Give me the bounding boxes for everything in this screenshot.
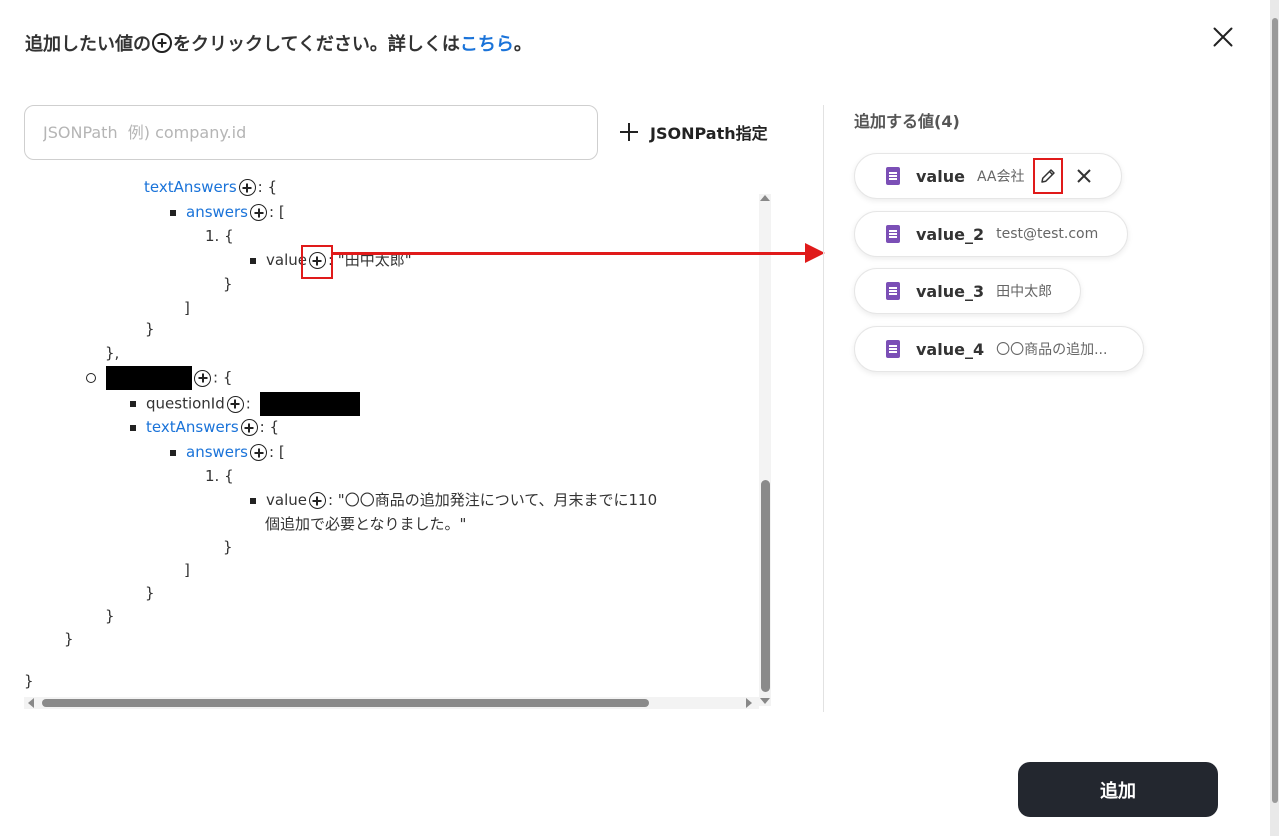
jsonpath-specify-button[interactable]: JSONPath指定 bbox=[618, 115, 768, 149]
add-value-icon[interactable] bbox=[308, 492, 326, 509]
tree-row: } bbox=[145, 584, 155, 602]
tree-row: ] bbox=[184, 561, 190, 579]
tree-row: answers: [ bbox=[170, 201, 285, 223]
tree-row: answers: [ bbox=[170, 441, 285, 463]
google-forms-icon bbox=[886, 225, 900, 243]
tree-row: questionId: bbox=[130, 392, 360, 416]
scroll-up-arrow-icon[interactable] bbox=[760, 195, 770, 201]
scroll-right-arrow-icon[interactable] bbox=[746, 698, 752, 708]
tree-row: } bbox=[64, 630, 74, 648]
edit-button[interactable] bbox=[1032, 158, 1063, 194]
highlight-box bbox=[301, 245, 333, 279]
selected-values-title: 追加する値(4) bbox=[854, 112, 960, 131]
scroll-left-arrow-icon[interactable] bbox=[28, 698, 34, 708]
window-scrollbar-thumb[interactable] bbox=[1272, 18, 1278, 803]
add-value-icon[interactable] bbox=[250, 444, 267, 461]
add-value-icon[interactable] bbox=[240, 419, 258, 436]
bullet-icon bbox=[170, 209, 176, 216]
bullet-icon bbox=[130, 424, 136, 431]
annotation-arrow bbox=[331, 252, 805, 255]
instruction-text: 追加したい値の をクリックしてください。詳しくはこちら。 bbox=[25, 33, 532, 55]
tree-row: } bbox=[223, 275, 233, 293]
tree-vertical-scrollbar-thumb[interactable] bbox=[761, 480, 770, 692]
value-chip[interactable]: value_2 test@test.com bbox=[854, 211, 1128, 257]
plus-icon bbox=[618, 121, 640, 143]
remove-value-button[interactable] bbox=[1071, 163, 1097, 189]
tree-row: textAnswers: { bbox=[130, 416, 279, 438]
tree-row: } bbox=[105, 607, 115, 625]
tree-row: 個追加で必要となりました。" bbox=[265, 515, 467, 533]
scroll-down-arrow-icon[interactable] bbox=[760, 698, 770, 704]
jsonpath-search-input[interactable] bbox=[24, 105, 598, 160]
add-value-icon[interactable] bbox=[238, 179, 256, 196]
redacted-value bbox=[259, 392, 360, 416]
help-link[interactable]: こちら bbox=[460, 34, 514, 55]
value-chip[interactable]: value_4 〇〇商品の追加... bbox=[854, 326, 1144, 372]
add-submit-button[interactable]: 追加 bbox=[1018, 762, 1218, 817]
google-forms-icon bbox=[886, 340, 900, 358]
bullet-icon bbox=[170, 449, 176, 456]
annotation-arrow-head bbox=[805, 243, 825, 263]
tree-row: 1. { bbox=[205, 467, 234, 485]
plus-circle-icon bbox=[152, 33, 172, 53]
tree-row: } bbox=[145, 320, 155, 338]
tree-row: ] bbox=[184, 299, 190, 317]
add-value-icon[interactable] bbox=[226, 395, 244, 413]
json-tree: textAnswers: { answers: [ 1. { value: "田… bbox=[0, 172, 760, 698]
add-value-icon[interactable] bbox=[250, 204, 267, 221]
close-icon bbox=[1076, 169, 1091, 183]
close-icon[interactable] bbox=[1208, 22, 1238, 52]
tree-row: } bbox=[24, 672, 34, 690]
circle-bullet-icon bbox=[86, 373, 96, 383]
value-chip[interactable]: value_3 田中太郎 bbox=[854, 268, 1081, 314]
google-forms-icon bbox=[886, 282, 900, 300]
bullet-icon bbox=[250, 257, 256, 264]
bullet-icon bbox=[250, 497, 256, 504]
tree-row: 1. { bbox=[205, 227, 234, 245]
tree-row: }, bbox=[105, 344, 120, 362]
tree-row: : { bbox=[86, 366, 232, 390]
google-forms-icon bbox=[886, 167, 900, 185]
pencil-icon bbox=[1040, 169, 1055, 183]
bullet-icon bbox=[130, 401, 136, 407]
value-chip[interactable]: value AA会社 bbox=[854, 153, 1122, 199]
window-scrollbar[interactable] bbox=[1270, 0, 1279, 836]
panel-divider bbox=[823, 105, 824, 712]
tree-row: } bbox=[223, 538, 233, 556]
tree-horizontal-scrollbar-thumb[interactable] bbox=[42, 699, 649, 707]
tree-row: textAnswers: { bbox=[144, 178, 278, 196]
add-value-icon[interactable] bbox=[194, 369, 211, 387]
tree-row: value: "〇〇商品の追加発注について、月末までに110 bbox=[250, 489, 657, 511]
redacted-key bbox=[106, 366, 192, 390]
